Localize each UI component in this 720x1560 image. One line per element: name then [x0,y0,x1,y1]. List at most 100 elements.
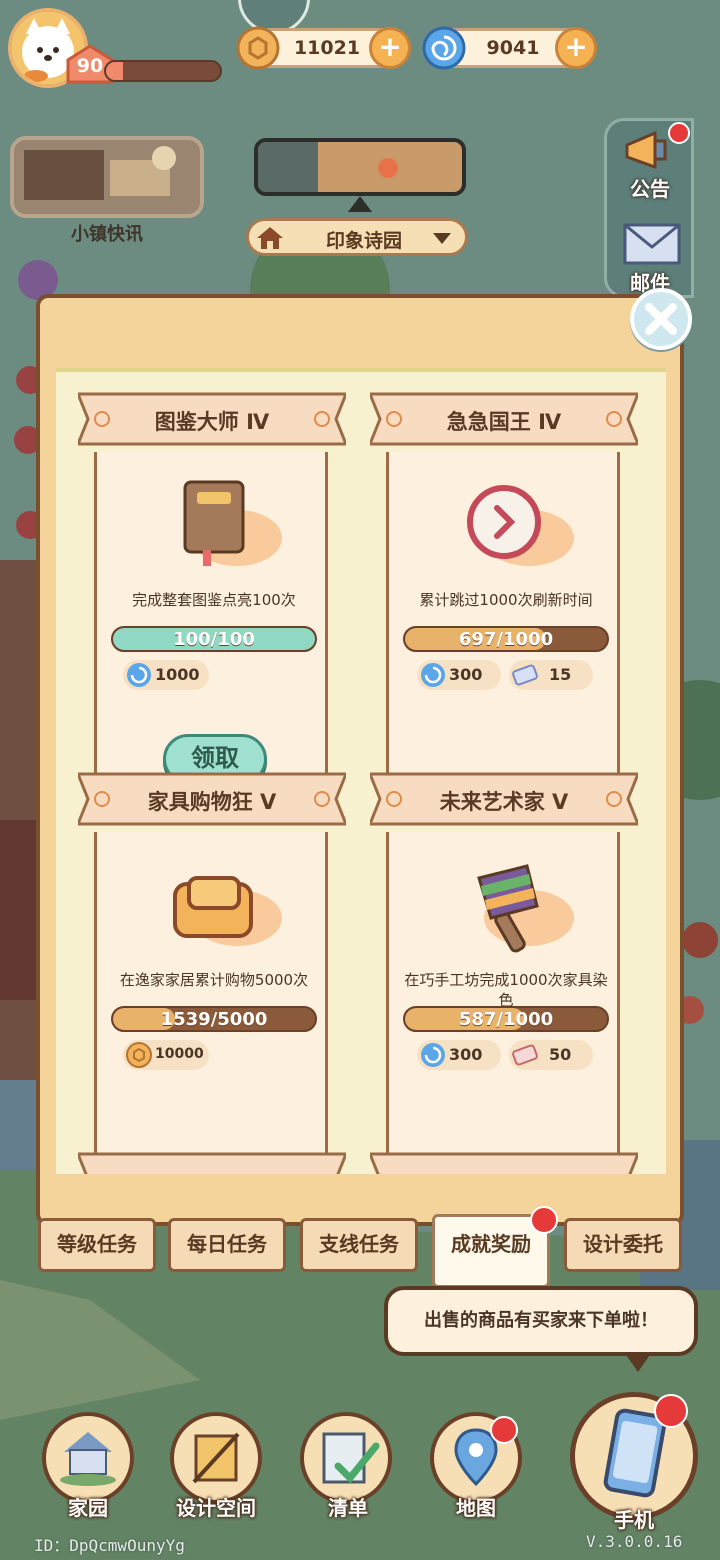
side-menu-panel: 公告 邮件 [604,118,694,298]
achievement-title-banner: 图鉴大师 Ⅳ [75,388,349,450]
achievement-title-banner-partial [75,1148,349,1174]
gem-counter: 9041 + [422,26,597,70]
achievement-progress-text: 697/1000 [458,629,554,650]
location-name: 印象诗园 [325,230,402,252]
coin-icon [236,26,280,70]
achievement-title: 未来艺术家 Ⅴ [439,790,569,814]
achievement-title-banner: 未来艺术家 Ⅴ [367,768,641,830]
achievement-title-banner: 家具购物狂 Ⅴ [75,768,349,830]
tab-daily-tasks[interactable]: 每日任务 [168,1218,286,1272]
achievement-progress-text: 587/1000 [458,1009,554,1030]
achievement-title: 图鉴大师 Ⅳ [154,410,270,434]
nav-checklist-button[interactable] [300,1412,392,1504]
book-icon [183,480,282,566]
gem-swirl-icon [422,26,466,70]
location-banner[interactable] [254,138,466,196]
achievement-progress-bar: 1539/5000 [111,1006,317,1032]
location-banner-image [258,142,462,192]
town-news-card[interactable] [10,136,204,218]
tab-level-tasks[interactable]: 等级任务 [38,1218,156,1272]
house-icon [60,1432,116,1486]
mail-icon[interactable] [623,223,681,265]
reward-gem: 1000 [123,660,209,690]
close-modal-button[interactable] [630,288,692,350]
xp-progress-bar [104,60,222,82]
achievement-progress-bar: 697/1000 [403,626,609,652]
order-notification-bubble[interactable]: 出售的商品有买家来下单啦！ [384,1286,698,1356]
reward-amount: 1000 [155,665,200,684]
achievement-description: 在逸家家居累计购物5000次 [119,971,309,989]
nav-design-space-label: 设计空间 [176,1496,256,1520]
xp-progress-fill [106,62,124,80]
ribbon-banner [367,1152,641,1174]
reward-ticket: 50 [509,1040,593,1070]
design-tools-icon [192,1432,240,1484]
achievement-card: 完成整套图鉴点亮100次 100/100 1000 领取 [94,452,328,822]
reward-coin: 10000 [123,1040,209,1070]
sofa-icon [173,876,282,946]
achievement-title: 家具购物狂 Ⅴ [147,790,277,814]
reward-amount: 10000 [155,1046,204,1062]
nav-design-space-button[interactable] [170,1412,262,1504]
chevron-down-icon [433,233,451,244]
achievement-progress-bar: 587/1000 [403,1006,609,1032]
tab-side-tasks[interactable]: 支线任务 [300,1218,418,1272]
nav-home-button[interactable] [42,1412,134,1504]
achievement-description: 在巧手工坊完成1000次家具染色 [404,971,608,1009]
town-news-label: 小镇快讯 [71,224,143,245]
achievement-tab-notification-dot [530,1206,558,1234]
achievements-modal: 完成整套图鉴点亮100次 100/100 1000 领取 图鉴大师 Ⅳ 累计跳过… [36,294,684,1226]
achievement-description: 累计跳过1000次刷新时间 [419,591,593,609]
game-version: V.3.0.0.16 [586,1532,683,1551]
coin-amount: 11021 [293,37,361,59]
reward-amount: 15 [549,665,572,684]
gem-amount: 9041 [486,37,540,59]
achievement-title: 急急国王 Ⅳ [446,410,562,434]
reward-gem: 300 [417,1040,501,1070]
achievement-progress-text: 100/100 [173,629,255,650]
reward-ticket: 15 [509,660,593,690]
gem-icon [421,663,445,687]
nav-checklist-label: 清单 [328,1496,368,1520]
clock-icon [467,485,574,566]
ribbon-banner [75,1152,349,1174]
add-coins-button[interactable]: + [369,27,411,69]
home-icon [257,227,283,249]
checklist-icon [322,1432,380,1484]
location-selector[interactable]: 印象诗园 [246,218,468,256]
gem-icon [421,1043,445,1067]
achievements-list[interactable]: 完成整套图鉴点亮100次 100/100 1000 领取 图鉴大师 Ⅳ 累计跳过… [56,368,666,1174]
achievement-progress-bar: 100/100 [111,626,317,652]
achievement-title-banner: 急急国王 Ⅳ [367,388,641,450]
achievement-card: 累计跳过1000次刷新时间 697/1000 300 15 [386,452,620,822]
achievement-title-banner-partial [367,1148,641,1174]
coin-icon [126,1042,152,1068]
reward-amount: 300 [449,1045,483,1064]
reward-gem: 300 [417,660,501,690]
achievement-description: 完成整套图鉴点亮100次 [132,591,296,609]
map-notification-dot [490,1416,518,1444]
ticket-icon [512,1044,538,1066]
add-gems-button[interactable]: + [555,27,597,69]
nav-home-label: 家园 [68,1496,108,1520]
town-news-thumbnail [14,140,200,214]
reward-amount: 300 [449,665,483,684]
player-id: ID：DpQcmwOunyYg [34,1536,185,1555]
coin-counter: 11021 + [236,26,411,70]
nav-phone-label: 手机 [614,1508,654,1532]
tab-design-commissions[interactable]: 设计委托 [564,1218,682,1272]
achievement-card: 在巧手工坊完成1000次家具染色 587/1000 300 50 [386,832,620,1174]
gem-icon [127,663,151,687]
announcement-label[interactable]: 公告 [615,173,685,202]
announcement-notification-dot [668,122,690,144]
close-icon [645,303,677,335]
achievement-progress-text: 1539/5000 [160,1009,268,1030]
ticket-icon [512,664,538,686]
reward-amount: 50 [549,1045,572,1064]
phone-notification-dot [654,1394,688,1428]
paintbrush-icon [477,864,574,953]
achievement-card: 在逸家家居累计购物5000次 1539/5000 10000 [94,832,328,1174]
banner-pointer [348,196,372,212]
bubble-tail [624,1352,652,1372]
nav-map-label: 地图 [456,1496,496,1520]
